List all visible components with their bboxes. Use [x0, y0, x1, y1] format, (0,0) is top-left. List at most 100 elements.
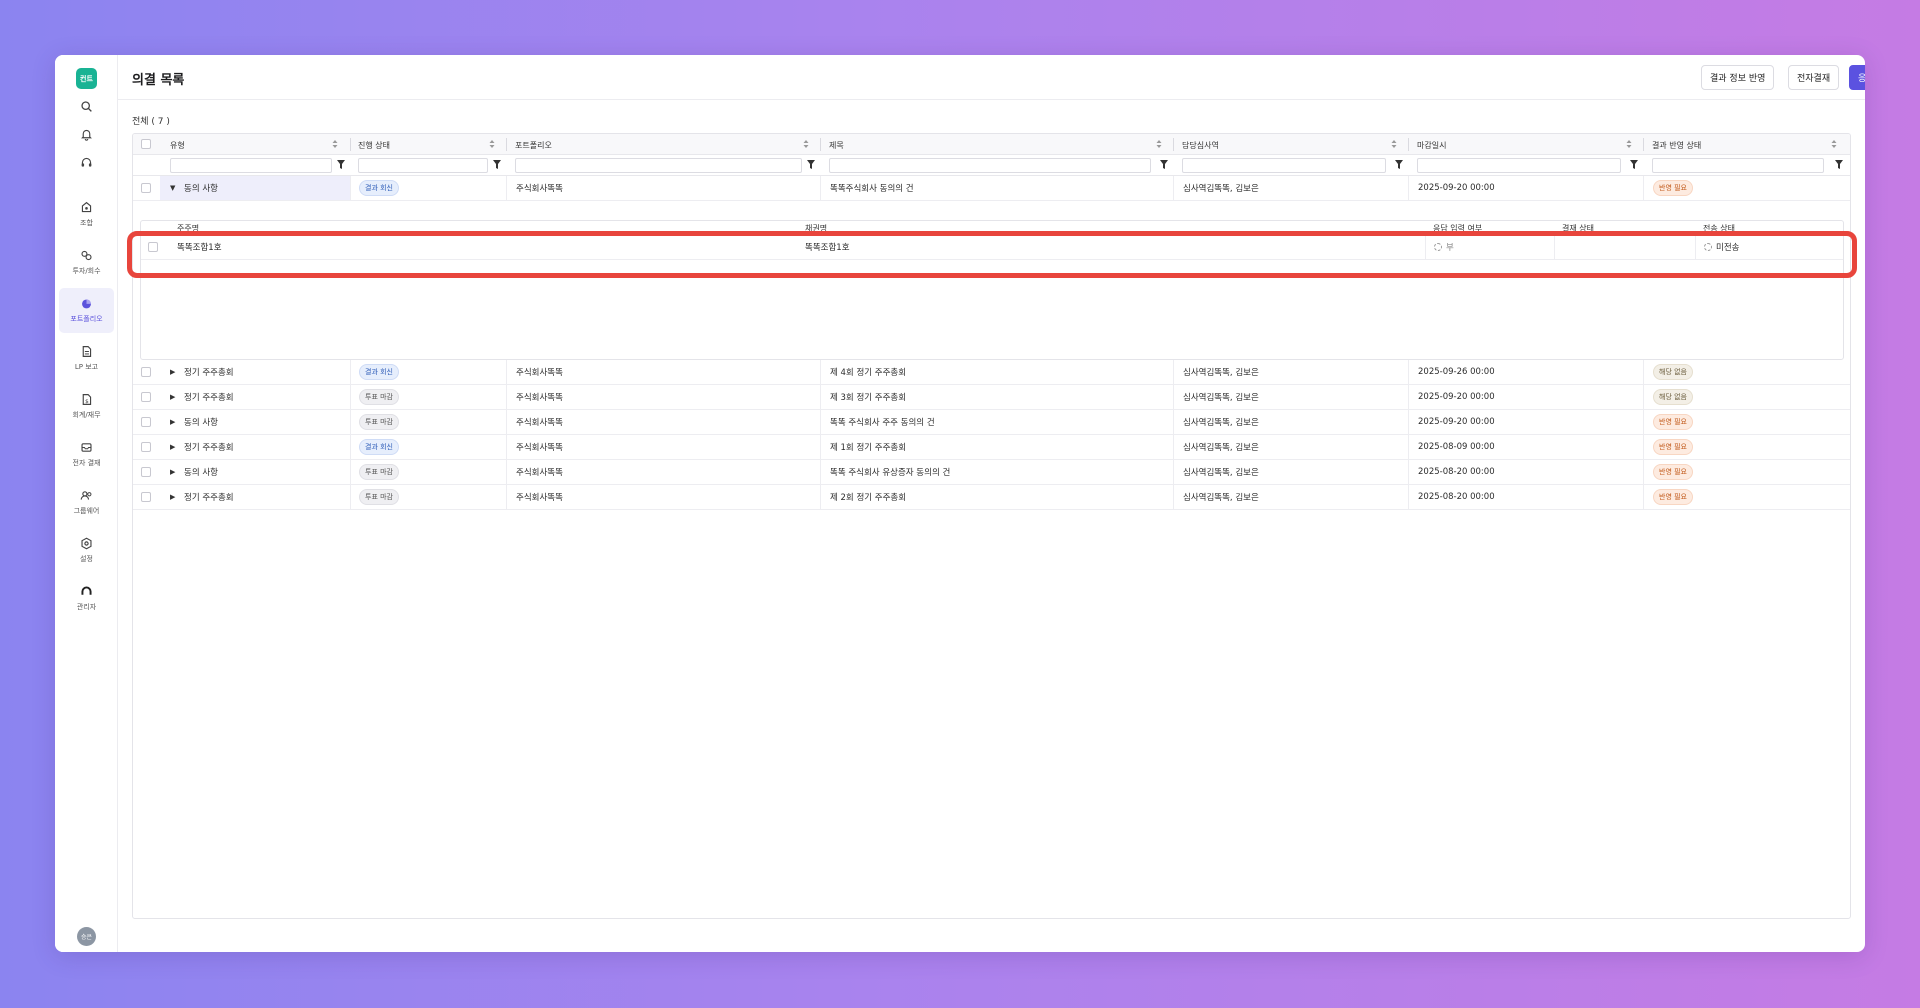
row-title[interactable]: 제 4회 정기 주주총회	[820, 360, 1173, 384]
expand-caret-icon[interactable]: ▶	[170, 468, 178, 476]
row-title[interactable]: 제 1회 정기 주주총회	[820, 435, 1173, 459]
expand-caret-icon[interactable]: ▶	[170, 493, 178, 501]
cell-status: 결과 회신	[350, 435, 506, 459]
filter-icon[interactable]	[337, 160, 345, 169]
table-row[interactable]: ▶ 동의 사항 투표 마감 주식회사똑똑 똑똑 주식회사 주주 동의의 건 심사…	[133, 410, 1850, 435]
cell-type: ▶ 정기 주주총회	[160, 435, 350, 459]
row-checkbox[interactable]	[141, 467, 151, 477]
sort-icon[interactable]	[332, 139, 338, 149]
expand-caret-icon[interactable]: ▶	[170, 393, 178, 401]
groupware-icon	[80, 491, 92, 500]
send-response-button[interactable]: 응답 전송	[1849, 65, 1865, 90]
row-title[interactable]: 제 3회 정기 주주총회	[820, 385, 1173, 409]
status-badge: 결과 회신	[359, 180, 399, 196]
table-row[interactable]: ▶ 정기 주주총회 투표 마감 주식회사똑똑 제 2회 정기 주주총회 심사역김…	[133, 485, 1850, 510]
cell-type: ▶ 동의 사항	[160, 460, 350, 484]
row-portfolio: 주식회사똑똑	[506, 485, 820, 509]
sidebar-item-settings[interactable]: 설정	[59, 528, 114, 573]
headset-icon[interactable]	[55, 156, 118, 169]
sidebar-item-union[interactable]: 조합	[59, 192, 114, 237]
sidebar-item-lp-report[interactable]: LP 보고	[59, 336, 114, 381]
report-icon	[82, 346, 92, 357]
sidebar-item-approval[interactable]: 전자 결재	[59, 432, 114, 477]
app-logo[interactable]: 컨트	[76, 68, 97, 89]
sidebar-item-portfolio[interactable]: 포트폴리오	[59, 288, 114, 333]
page-title: 의결 목록	[132, 73, 185, 88]
row-checkbox[interactable]	[141, 442, 151, 452]
table-row[interactable]: ▶ 정기 주주총회 투표 마감 주식회사똑똑 제 3회 정기 주주총회 심사역김…	[133, 385, 1850, 410]
table-row[interactable]: ▶ 정기 주주총회 결과 회신 주식회사똑똑 제 1회 정기 주주총회 심사역김…	[133, 435, 1850, 460]
expand-caret-icon[interactable]: ▶	[170, 418, 178, 426]
filter-input-manager[interactable]	[1182, 158, 1386, 173]
result-badge: 해당 없음	[1653, 364, 1693, 380]
cell-type: ▼ 동의 사항	[160, 176, 350, 200]
filter-icon[interactable]	[807, 160, 815, 169]
row-checkbox[interactable]	[141, 392, 151, 402]
filter-input-type[interactable]	[170, 158, 332, 173]
filter-input-result[interactable]	[1652, 158, 1824, 173]
sidebar-item-investment[interactable]: 투자/회수	[59, 240, 114, 285]
sort-icon[interactable]	[1156, 139, 1162, 149]
table-row[interactable]: ▶ 정기 주주총회 결과 회신 주식회사똑똑 제 4회 정기 주주총회 심사역김…	[133, 360, 1850, 385]
filter-input-status[interactable]	[358, 158, 488, 173]
column-header-deadline[interactable]: 마감일시	[1417, 140, 1446, 151]
column-header-title[interactable]: 제목	[829, 140, 844, 151]
table-row[interactable]: ▶ 동의 사항 투표 마감 주식회사똑똑 똑똑 주식회사 유상증자 동의의 건 …	[133, 460, 1850, 485]
row-manager: 심사역김똑똑, 김보은	[1173, 176, 1408, 200]
filter-icon[interactable]	[1395, 160, 1403, 169]
row-manager: 심사역김똑똑, 김보은	[1173, 460, 1408, 484]
apply-result-button[interactable]: 결과 정보 반영	[1701, 65, 1775, 90]
row-title[interactable]: 똑똑 주식회사 유상증자 동의의 건	[820, 460, 1173, 484]
filter-icon[interactable]	[1160, 160, 1168, 169]
cell-result: 해당 없음	[1643, 385, 1850, 409]
filter-input-deadline[interactable]	[1417, 158, 1621, 173]
expand-caret-icon[interactable]: ▶	[170, 443, 178, 451]
sort-icon[interactable]	[489, 139, 495, 149]
row-checkbox[interactable]	[141, 183, 151, 193]
filter-input-portfolio[interactable]	[515, 158, 802, 173]
app-window: 컨트 조합 투자/회수 포트폴리오 LP 보고 $ 회계/재무 전자 결재 그룹…	[55, 55, 1865, 952]
cell-status: 결과 회신	[350, 360, 506, 384]
filter-icon[interactable]	[493, 160, 501, 169]
column-header-manager[interactable]: 담당심사역	[1182, 140, 1219, 151]
row-type: 정기 주주총회	[184, 368, 234, 378]
e-approval-button[interactable]: 전자결재	[1788, 65, 1840, 90]
expand-caret-icon[interactable]: ▶	[170, 368, 178, 376]
portfolio-icon	[82, 299, 91, 309]
row-title[interactable]: 똑똑 주식회사 주주 동의의 건	[820, 410, 1173, 434]
row-type: 정기 주주총회	[184, 393, 234, 403]
sidebar-item-accounting[interactable]: $ 회계/재무	[59, 384, 114, 429]
row-portfolio: 주식회사똑똑	[506, 176, 820, 200]
row-checkbox[interactable]	[141, 367, 151, 377]
cell-result: 반영 필요	[1643, 176, 1850, 200]
sort-icon[interactable]	[1626, 139, 1632, 149]
sidebar-item-admin[interactable]: 관리자	[59, 576, 114, 621]
row-deadline: 2025-08-20 00:00	[1408, 460, 1643, 484]
filter-input-title[interactable]	[829, 158, 1151, 173]
table-row[interactable]: ▼ 동의 사항 결과 회신 주식회사똑똑 똑똑주식회사 동의의 건 심사역김똑똑…	[133, 176, 1850, 201]
row-title[interactable]: 제 2회 정기 주주총회	[820, 485, 1173, 509]
sidebar-item-groupware[interactable]: 그룹웨어	[59, 480, 114, 525]
row-checkbox[interactable]	[141, 492, 151, 502]
column-header-portfolio[interactable]: 포트폴리오	[515, 140, 552, 151]
result-badge: 반영 필요	[1653, 439, 1693, 455]
column-header-result[interactable]: 결과 반영 상태	[1652, 140, 1701, 151]
row-deadline: 2025-08-09 00:00	[1408, 435, 1643, 459]
select-all-checkbox[interactable]	[141, 139, 151, 149]
filter-icon[interactable]	[1630, 160, 1638, 169]
bell-icon[interactable]	[55, 128, 118, 141]
sort-icon[interactable]	[1831, 139, 1837, 149]
union-icon	[81, 201, 92, 213]
result-badge: 반영 필요	[1653, 464, 1693, 480]
column-header-type[interactable]: 유형	[170, 140, 185, 151]
sort-icon[interactable]	[803, 139, 809, 149]
filter-icon[interactable]	[1835, 160, 1843, 169]
search-icon[interactable]	[55, 100, 118, 113]
collapse-caret-icon[interactable]: ▼	[170, 184, 178, 192]
sidebar-item-label: 관리자	[76, 603, 97, 611]
avatar[interactable]: 승은	[77, 927, 96, 946]
sort-icon[interactable]	[1391, 139, 1397, 149]
column-header-status[interactable]: 진행 상태	[358, 140, 390, 151]
row-title[interactable]: 똑똑주식회사 동의의 건	[820, 176, 1173, 200]
row-checkbox[interactable]	[141, 417, 151, 427]
